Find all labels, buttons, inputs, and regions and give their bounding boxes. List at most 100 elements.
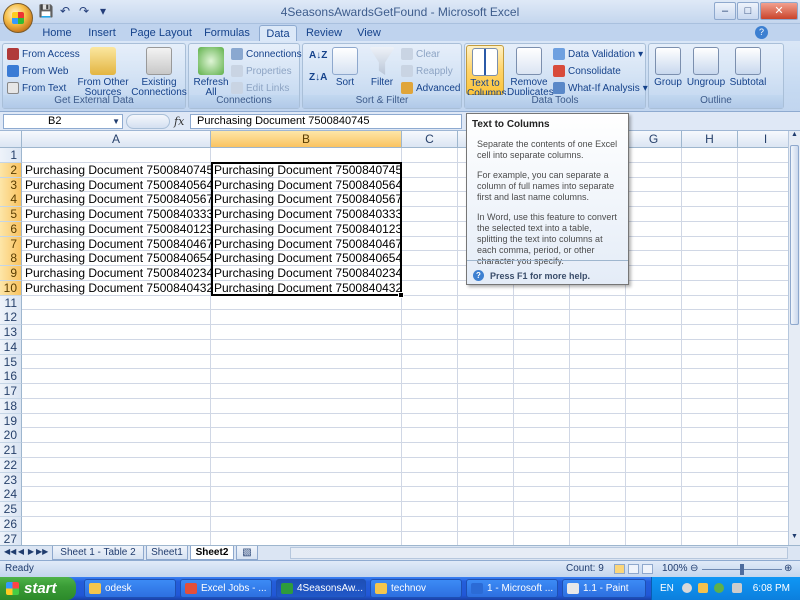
- row-header[interactable]: 26: [0, 516, 22, 532]
- row-header[interactable]: 15: [0, 354, 22, 370]
- start-button[interactable]: start: [0, 577, 76, 600]
- filter-button[interactable]: Filter: [365, 47, 399, 88]
- scroll-down-icon[interactable]: ▼: [789, 533, 800, 545]
- connections-button[interactable]: Connections: [231, 48, 302, 60]
- formula-input[interactable]: Purchasing Document 7500840745: [190, 114, 462, 129]
- column-header[interactable]: H: [682, 131, 738, 148]
- row-header[interactable]: 3: [0, 177, 22, 193]
- refresh-all-button[interactable]: Refresh All: [191, 47, 231, 98]
- cell-a10[interactable]: Purchasing Document 7500840432: [22, 281, 213, 296]
- tab-page-layout[interactable]: Page Layout: [128, 25, 194, 41]
- column-header[interactable]: C: [402, 131, 458, 148]
- subtotal-button[interactable]: Subtotal: [727, 47, 769, 88]
- row-header[interactable]: 20: [0, 428, 22, 444]
- sort-az-icon[interactable]: A↓Z: [309, 50, 327, 61]
- taskbar-item[interactable]: 1.1 - Paint: [562, 579, 646, 598]
- page-layout-view-icon[interactable]: [628, 564, 639, 574]
- text-to-columns-button[interactable]: Text to Columns: [466, 45, 506, 99]
- close-button[interactable]: ✕: [760, 2, 798, 20]
- column-header[interactable]: I: [738, 131, 788, 148]
- tab-review[interactable]: Review: [302, 25, 346, 41]
- row-header[interactable]: 21: [0, 443, 22, 458]
- row-header[interactable]: 25: [0, 502, 22, 517]
- from-access-button[interactable]: From Access: [7, 48, 80, 60]
- row-header[interactable]: 6: [0, 221, 22, 237]
- office-button[interactable]: [3, 3, 33, 33]
- horizontal-scrollbar[interactable]: [290, 547, 788, 559]
- help-icon[interactable]: ?: [755, 26, 768, 39]
- taskbar-item[interactable]: odesk: [84, 579, 176, 598]
- tray-icon[interactable]: [682, 583, 692, 593]
- row-header[interactable]: 16: [0, 369, 22, 385]
- cell-a3[interactable]: Purchasing Document 7500840564: [22, 178, 213, 193]
- maximize-button[interactable]: □: [737, 2, 759, 20]
- row-header[interactable]: 13: [0, 325, 22, 340]
- data-validation-button[interactable]: Data Validation ▾: [553, 48, 643, 60]
- cell-a2[interactable]: Purchasing Document 7500840745: [22, 163, 213, 178]
- taskbar-item[interactable]: 4SeasonsAw...: [276, 579, 366, 598]
- sheet-tab[interactable]: Sheet1: [146, 546, 188, 560]
- row-header[interactable]: 1: [0, 148, 22, 163]
- row-header[interactable]: 11: [0, 295, 22, 311]
- tab-view[interactable]: View: [352, 25, 386, 41]
- existing-connections-button[interactable]: Existing Connections: [131, 47, 187, 98]
- zoom-in-icon[interactable]: ⊕: [784, 563, 792, 574]
- taskbar-item[interactable]: 1 - Microsoft ...: [466, 579, 558, 598]
- normal-view-icon[interactable]: [614, 564, 625, 574]
- sheet-tab-active[interactable]: Sheet2: [190, 546, 234, 560]
- row-header[interactable]: 7: [0, 236, 22, 252]
- row-header[interactable]: 2: [0, 162, 22, 178]
- vertical-scrollbar[interactable]: ▲ ▼: [788, 131, 800, 545]
- tab-data[interactable]: Data: [259, 25, 297, 41]
- row-header[interactable]: 5: [0, 207, 22, 222]
- vertical-scroll-thumb[interactable]: [790, 145, 799, 325]
- zoom-level[interactable]: 100%: [662, 563, 688, 574]
- taskbar-item[interactable]: technov: [370, 579, 462, 598]
- from-web-button[interactable]: From Web: [7, 65, 69, 77]
- tab-formulas[interactable]: Formulas: [200, 25, 254, 41]
- remove-duplicates-button[interactable]: Remove Duplicates: [507, 47, 554, 98]
- language-indicator[interactable]: EN: [660, 577, 674, 600]
- row-header[interactable]: 10: [0, 280, 22, 296]
- prev-sheet-icon[interactable]: ◀: [16, 547, 26, 556]
- what-if-analysis-button[interactable]: What-If Analysis ▾: [553, 82, 648, 94]
- tray-icon[interactable]: [698, 583, 708, 593]
- speaker-icon[interactable]: [732, 583, 742, 593]
- row-header[interactable]: 9: [0, 266, 22, 281]
- sort-za-icon[interactable]: Z↓A: [309, 72, 327, 83]
- tab-home[interactable]: Home: [38, 25, 76, 41]
- row-header[interactable]: 12: [0, 310, 22, 326]
- insert-function-icon[interactable]: fx: [174, 115, 184, 128]
- cell-a4[interactable]: Purchasing Document 7500840567: [22, 192, 213, 207]
- name-box-dropdown-icon[interactable]: ▼: [112, 115, 120, 128]
- row-header[interactable]: 4: [0, 192, 22, 208]
- row-header[interactable]: 18: [0, 398, 22, 414]
- group-button[interactable]: Group: [651, 47, 685, 88]
- from-other-sources-button[interactable]: From Other Sources: [75, 47, 131, 98]
- zoom-slider-thumb[interactable]: [740, 564, 744, 575]
- minimize-button[interactable]: –: [714, 2, 736, 20]
- reapply-button[interactable]: Reapply: [401, 65, 453, 77]
- fill-handle[interactable]: [398, 292, 404, 298]
- first-sheet-icon[interactable]: ◀◀: [4, 547, 16, 556]
- column-header[interactable]: B: [211, 131, 402, 148]
- taskbar-item[interactable]: Excel Jobs - ...: [180, 579, 272, 598]
- next-sheet-icon[interactable]: ▶: [26, 547, 36, 556]
- row-header[interactable]: 27: [0, 531, 22, 545]
- sort-button[interactable]: Sort: [329, 47, 361, 88]
- edit-links-button[interactable]: Edit Links: [231, 82, 289, 94]
- tab-insert[interactable]: Insert: [82, 25, 122, 41]
- ungroup-button[interactable]: Ungroup: [685, 47, 727, 88]
- insert-sheet-icon[interactable]: ▧: [236, 546, 258, 560]
- page-break-view-icon[interactable]: [642, 564, 653, 574]
- tray-icon[interactable]: [714, 583, 724, 593]
- worksheet-grid[interactable]: A B C D E F G H I 1234567891011121314151…: [0, 131, 788, 545]
- row-header[interactable]: 19: [0, 413, 22, 429]
- cell-a5[interactable]: Purchasing Document 7500840333: [22, 207, 213, 222]
- cell-a9[interactable]: Purchasing Document 7500840234: [22, 266, 213, 281]
- select-all-corner[interactable]: [0, 131, 22, 148]
- advanced-button[interactable]: Advanced: [401, 82, 460, 94]
- row-header[interactable]: 23: [0, 472, 22, 488]
- row-header[interactable]: 24: [0, 487, 22, 503]
- cell-a8[interactable]: Purchasing Document 7500840654: [22, 251, 213, 266]
